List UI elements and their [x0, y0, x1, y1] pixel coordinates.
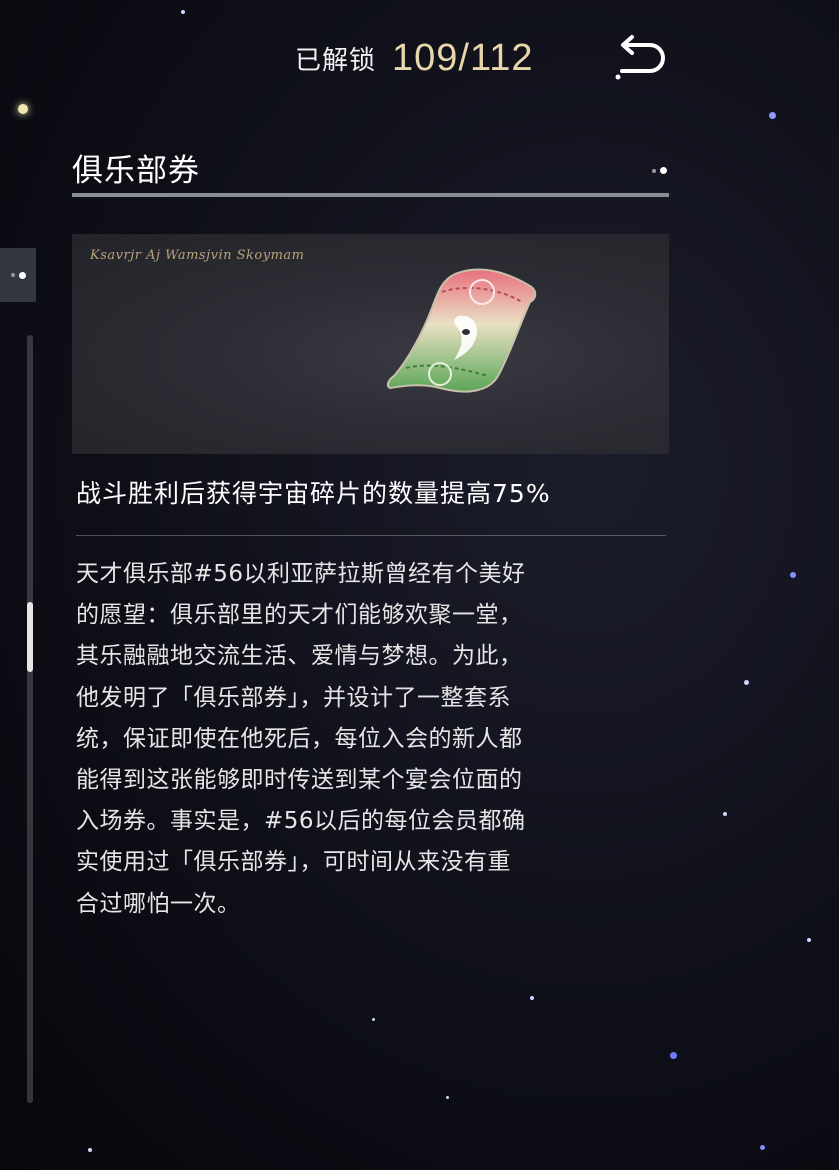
star	[723, 812, 727, 816]
star	[181, 10, 185, 14]
unlock-counter: 已解锁 109/112	[295, 30, 534, 86]
star	[530, 996, 534, 1000]
star	[807, 938, 811, 942]
star	[760, 1145, 765, 1150]
banner-script-text: Ksavrjr Aj Wamsjvin Skoymam	[90, 248, 305, 263]
unlock-label: 已解锁	[295, 45, 377, 76]
return-arrow-icon	[615, 35, 665, 80]
item-description: 天才俱乐部#56以利亚萨拉斯曾经有个美好 的愿望：俱乐部里的天才们能够欢聚一堂，…	[76, 561, 526, 917]
star	[790, 572, 796, 578]
star	[88, 1148, 92, 1152]
unlock-count: 109/112	[392, 36, 534, 79]
side-menu-tab[interactable]	[0, 248, 36, 302]
divider	[76, 535, 666, 536]
title-underline	[72, 193, 669, 197]
title-dots	[652, 167, 667, 174]
star	[744, 680, 749, 685]
dot-indicator	[652, 168, 656, 173]
item-title-row: 俱乐部券	[72, 145, 669, 197]
star	[446, 1096, 449, 1099]
dot-indicator	[660, 167, 667, 174]
scrollbar-thumb[interactable]	[27, 602, 33, 672]
dot-indicator	[18, 271, 26, 279]
star	[769, 112, 776, 119]
item-banner: Ksavrjr Aj Wamsjvin Skoymam	[72, 234, 669, 454]
scrollbar-track[interactable]	[27, 335, 33, 1103]
dot-indicator	[10, 273, 15, 277]
game-screen: { "header": { "unlock_label": "已解锁", "un…	[0, 0, 839, 1170]
item-title: 俱乐部券	[72, 153, 200, 189]
star	[372, 1018, 375, 1021]
star	[670, 1052, 677, 1059]
club-ticket-icon	[386, 268, 537, 393]
back-button[interactable]	[610, 32, 670, 84]
star	[18, 104, 28, 114]
item-effect: 战斗胜利后获得宇宙碎片的数量提高75%	[76, 479, 551, 508]
